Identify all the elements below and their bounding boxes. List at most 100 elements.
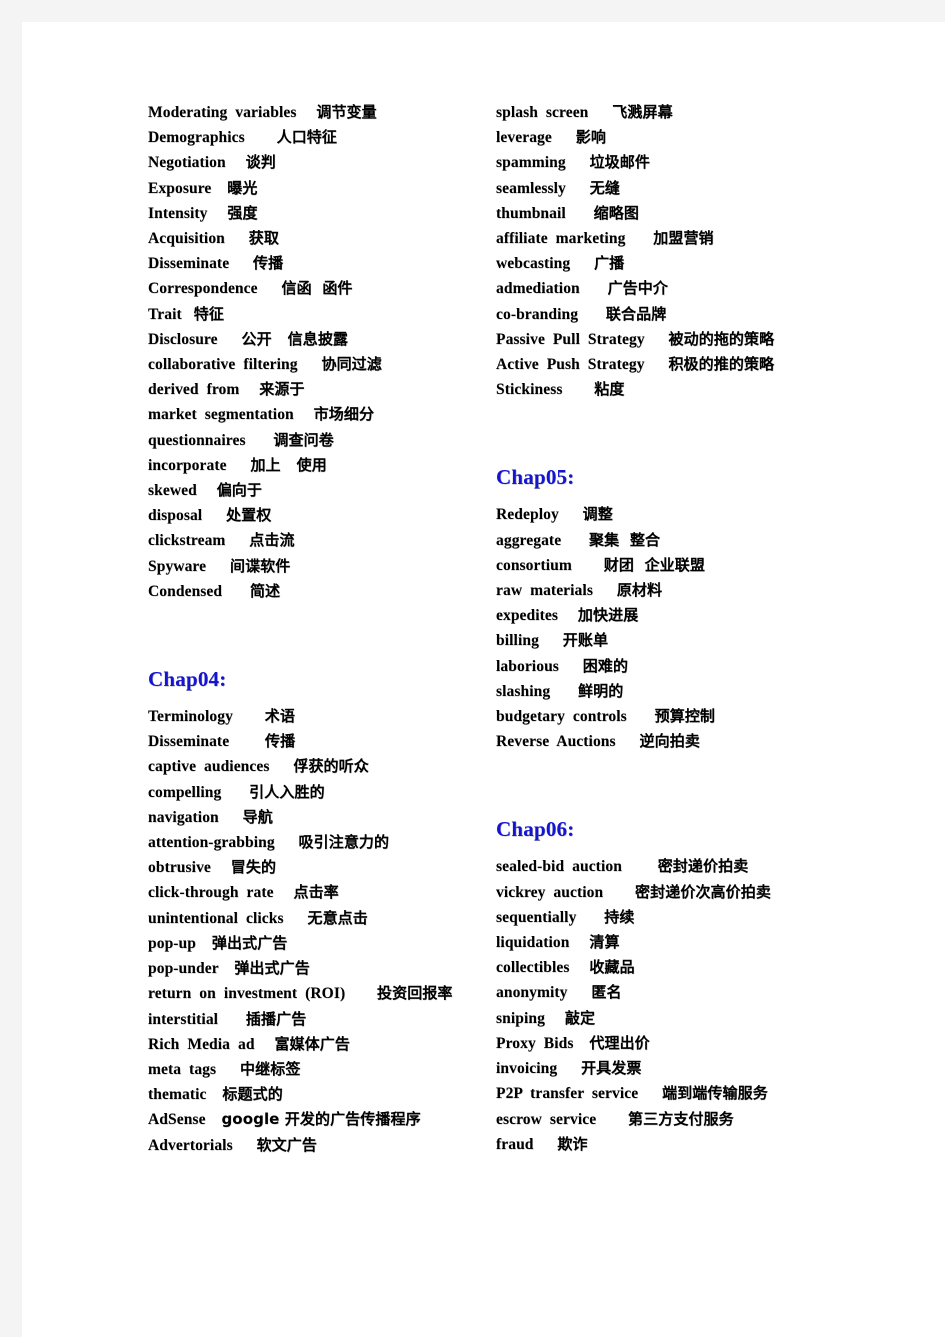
glossary-entry: collectibles 收藏品 (496, 955, 856, 980)
glossary-entry: aggregate 聚集 整合 (496, 528, 856, 553)
glossary-entry: Disseminate 传播 (148, 251, 478, 276)
term-english: market segmentation (148, 406, 294, 424)
term-gap (229, 733, 265, 750)
term-gap (596, 1111, 628, 1128)
term-gap (534, 1136, 558, 1153)
glossary-entry: sequentially 持续 (496, 905, 856, 930)
term-english: Disclosure (148, 330, 218, 348)
term-chinese: 端到端传输服务 (662, 1084, 768, 1103)
chapter-heading: Chap06: (496, 817, 575, 842)
term-chinese: 间谍软件 (229, 556, 291, 575)
glossary-entry: leverage 影响 (496, 125, 856, 150)
term-english: laborious (496, 657, 559, 675)
glossary-entry: raw materials 原材料 (496, 578, 856, 603)
term-chinese: 收藏品 (589, 958, 635, 977)
term-english: seamlessly (496, 179, 566, 197)
term-gap (580, 280, 608, 297)
term-english: liquidation (496, 934, 570, 952)
term-english: Trait (148, 305, 182, 323)
glossary-entry: Exposure 曝光 (148, 176, 478, 201)
term-english: Reverse Auctions (496, 733, 616, 751)
term-gap (225, 230, 249, 247)
term-english: compelling (148, 783, 222, 801)
term-english: Advertorials (148, 1136, 233, 1154)
glossary-entry: pop-up 弹出式广告 (148, 931, 478, 956)
term-chinese: 弹出式广告 (211, 933, 288, 952)
term-chinese: 富媒体广告 (274, 1034, 350, 1053)
term-english: Negotiation (148, 154, 226, 172)
glossary-entry: sealed-bid auction 密封递价拍卖 (496, 854, 856, 879)
term-gap (206, 1111, 222, 1128)
term-english: Proxy Bids (496, 1034, 574, 1052)
term-gap (274, 884, 294, 901)
glossary-entry: webcasting 广播 (496, 251, 856, 276)
glossary-list: Terminology 术语 Disseminate 传播 captive audi… (148, 704, 478, 1158)
term-chinese: 垃圾邮件 (589, 153, 650, 172)
term-gap (222, 583, 250, 600)
term-chinese: 原材料 (616, 581, 663, 600)
term-chinese: 清算 (589, 933, 620, 952)
term-chinese: 弹出式广告 (234, 959, 310, 978)
term-english: pop-up (148, 934, 196, 952)
term-english: sealed-bid auction (496, 858, 622, 876)
term-gap (559, 658, 583, 675)
left-column: Moderating variables 调节变量 Demographics 人口… (148, 100, 478, 1158)
term-english: Disseminate (148, 733, 230, 751)
glossary-entry: co-branding 联合品牌 (496, 302, 856, 327)
term-chinese: 投资回报率 (377, 984, 453, 1003)
term-gap (296, 104, 316, 121)
term-english: sequentially (496, 908, 577, 926)
term-chinese: 曝光 (227, 178, 258, 197)
term-english: slashing (496, 682, 551, 700)
term-chinese: 飞溅屏幕 (612, 103, 673, 121)
glossary-entry: laborious 困难的 (496, 654, 856, 679)
term-chinese: 被动的拖的策略 (668, 329, 775, 348)
glossary-entry: obtrusive 冒失的 (148, 855, 478, 880)
term-english: anonymity (496, 984, 568, 1002)
glossary-entry: expedites 加快进展 (496, 603, 856, 628)
glossary-entry: unintentional clicks 无意点击 (148, 906, 478, 931)
glossary-entry: Disseminate 传播 (148, 729, 478, 754)
term-english: affiliate marketing (496, 230, 626, 248)
right-column: splash screen 飞溅屏幕 leverage 影响 spamming 垃圾… (496, 100, 856, 1157)
term-gap (645, 356, 669, 373)
term-english: aggregate (496, 531, 562, 549)
term-gap (197, 482, 217, 499)
term-gap (275, 834, 299, 851)
term-english: questionnaires (148, 431, 246, 449)
term-english: admediation (496, 280, 580, 298)
term-gap (570, 255, 594, 272)
glossary-entry: Terminology 术语 (148, 704, 478, 729)
term-chinese: 欺诈 (557, 1134, 588, 1153)
glossary-entry: Advertorials 软文广告 (148, 1133, 478, 1158)
glossary-list: Moderating variables 调节变量 Demographics 人口… (148, 100, 478, 604)
term-chinese: 来源于 (259, 380, 305, 399)
glossary-entry: click-through rate 点击率 (148, 880, 478, 905)
term-chinese: 匿名 (591, 983, 622, 1002)
term-english: thematic (148, 1086, 207, 1104)
term-gap (211, 859, 231, 876)
glossary-entry: Active Push Strategy 积极的推的策略 (496, 352, 856, 377)
term-chinese: 调查问卷 (273, 430, 334, 449)
term-gap (578, 306, 606, 323)
glossary-entry: Trait 特征 (148, 302, 478, 327)
term-chinese: 点击率 (293, 883, 339, 902)
term-english: Passive Pull Strategy (496, 330, 645, 348)
glossary-entry: affiliate marketing 加盟营销 (496, 226, 856, 251)
term-gap (572, 557, 604, 574)
term-gap (216, 1061, 240, 1078)
term-gap (603, 884, 635, 901)
term-english: escrow service (496, 1110, 597, 1128)
glossary-entry: captive audiences 俘获的听众 (148, 754, 478, 779)
term-chinese: 逆向拍卖 (639, 732, 700, 751)
term-chinese: 开账单 (562, 631, 609, 650)
term-chinese: 软文广告 (256, 1135, 317, 1154)
glossary-entry: meta tags 中继标签 (148, 1057, 478, 1082)
term-chinese: 密封递价拍卖 (657, 857, 749, 876)
term-gap (638, 1085, 662, 1102)
term-english: AdSense (148, 1111, 206, 1129)
term-gap (593, 582, 617, 599)
term-chinese: 点击流 (249, 531, 295, 550)
term-gap (562, 381, 594, 398)
term-chinese: 预算控制 (654, 707, 716, 726)
